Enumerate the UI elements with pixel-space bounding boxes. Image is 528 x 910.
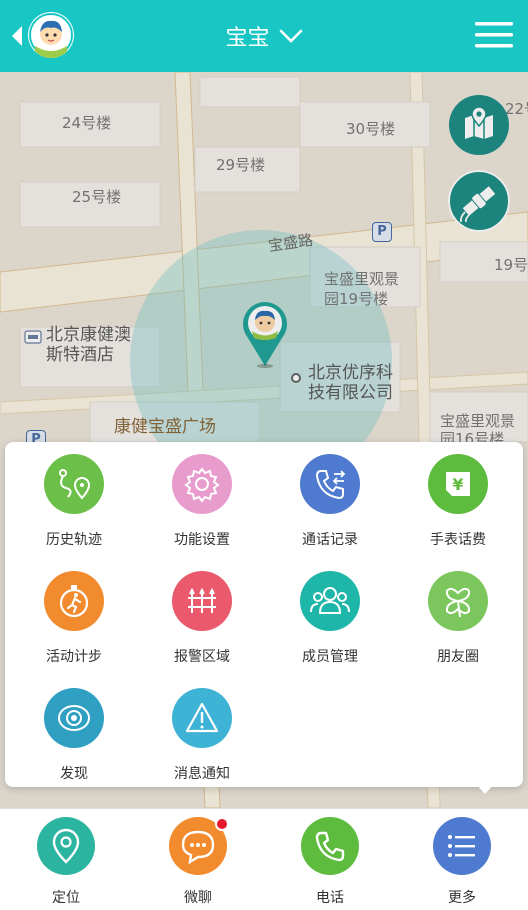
app-header: 宝宝 bbox=[0, 0, 528, 72]
stopwatch-runner-icon bbox=[44, 571, 104, 631]
menu-alarm-zone-label: 报警区域 bbox=[174, 649, 230, 665]
chevron-down-icon[interactable] bbox=[279, 28, 303, 44]
map-label-company-l2: 技有限公司 bbox=[308, 383, 393, 403]
menu-notifications[interactable]: 消息通知 bbox=[138, 688, 266, 783]
phone-icon bbox=[301, 817, 359, 875]
tab-phone[interactable]: 电话 bbox=[264, 817, 396, 907]
map-label-bldg-30: 30号楼 bbox=[346, 120, 396, 138]
menu-watch-billing-label: 手表话费 bbox=[430, 532, 486, 548]
tab-phone-label: 电话 bbox=[316, 890, 344, 906]
menu-call-log[interactable]: 通话记录 bbox=[266, 454, 394, 549]
unread-badge bbox=[215, 817, 229, 831]
menu-discover-label: 发现 bbox=[60, 766, 88, 782]
menu-member-management-label: 成员管理 bbox=[302, 649, 358, 665]
menu-watch-billing[interactable]: ¥ 手表话费 bbox=[394, 454, 522, 549]
tab-locate[interactable]: 定位 bbox=[0, 817, 132, 907]
fence-icon bbox=[172, 571, 232, 631]
company-poi-icon bbox=[291, 373, 301, 383]
satellite-button[interactable] bbox=[448, 170, 510, 232]
hamburger-menu-icon[interactable] bbox=[474, 20, 514, 50]
hotel-bed-icon bbox=[24, 330, 42, 344]
call-log-icon bbox=[300, 454, 360, 514]
map-label-bldg-25: 25号楼 bbox=[72, 188, 122, 206]
yen-card-icon: ¥ bbox=[428, 454, 488, 514]
map-label-bldg-24: 24号楼 bbox=[62, 114, 112, 132]
menu-call-log-label: 通话记录 bbox=[302, 532, 358, 548]
map-label-bldg-29: 29号楼 bbox=[216, 156, 266, 174]
map-label-baosheng-19-l1: 宝盛里观景 bbox=[324, 270, 400, 288]
parking-icon: P bbox=[372, 222, 392, 242]
menu-history-track-label: 历史轨迹 bbox=[46, 532, 102, 548]
clover-icon bbox=[428, 571, 488, 631]
tab-more[interactable]: 更多 bbox=[396, 817, 528, 907]
more-menu-panel: 历史轨迹 功能设置 通话记录 ¥ 手表话费 活动计步 报警区域 成员管理 朋友圈… bbox=[5, 442, 523, 787]
tab-chat-label: 微聊 bbox=[184, 890, 212, 906]
location-pin-icon bbox=[37, 817, 95, 875]
gear-icon bbox=[172, 454, 232, 514]
menu-function-settings[interactable]: 功能设置 bbox=[138, 454, 266, 549]
chat-bubble-icon bbox=[169, 817, 229, 875]
discover-eye-icon bbox=[44, 688, 104, 748]
list-icon bbox=[433, 817, 491, 875]
child-name-title[interactable]: 宝宝 bbox=[225, 20, 269, 52]
map-label-hotel-l2: 斯特酒店 bbox=[46, 345, 114, 365]
child-location-pin-icon[interactable] bbox=[238, 298, 292, 368]
map-layer-button[interactable] bbox=[448, 94, 510, 156]
history-track-icon bbox=[44, 454, 104, 514]
tab-locate-label: 定位 bbox=[52, 890, 80, 906]
menu-function-settings-label: 功能设置 bbox=[174, 532, 230, 548]
bottom-tab-bar: 定位 微聊 电话 更多 bbox=[0, 808, 528, 910]
svg-text:¥: ¥ bbox=[452, 475, 463, 494]
tab-chat[interactable]: 微聊 bbox=[132, 817, 264, 907]
map-label-plaza: 康健宝盛广场 bbox=[114, 417, 216, 437]
menu-moments-label: 朋友圈 bbox=[437, 649, 479, 665]
menu-moments[interactable]: 朋友圈 bbox=[394, 571, 522, 666]
warning-icon bbox=[172, 688, 232, 748]
menu-alarm-zone[interactable]: 报警区域 bbox=[138, 571, 266, 666]
menu-step-counter-label: 活动计步 bbox=[46, 649, 102, 665]
members-icon bbox=[300, 571, 360, 631]
menu-notifications-label: 消息通知 bbox=[174, 766, 230, 782]
panel-pointer bbox=[474, 782, 496, 794]
menu-history-track[interactable]: 历史轨迹 bbox=[10, 454, 138, 549]
map-label-baosheng-19-l2: 园19号楼 bbox=[324, 290, 389, 308]
tab-more-label: 更多 bbox=[448, 890, 476, 906]
menu-step-counter[interactable]: 活动计步 bbox=[10, 571, 138, 666]
menu-discover[interactable]: 发现 bbox=[10, 688, 138, 783]
menu-member-management[interactable]: 成员管理 bbox=[266, 571, 394, 666]
map-label-bldg-19: 19号 bbox=[494, 256, 528, 274]
